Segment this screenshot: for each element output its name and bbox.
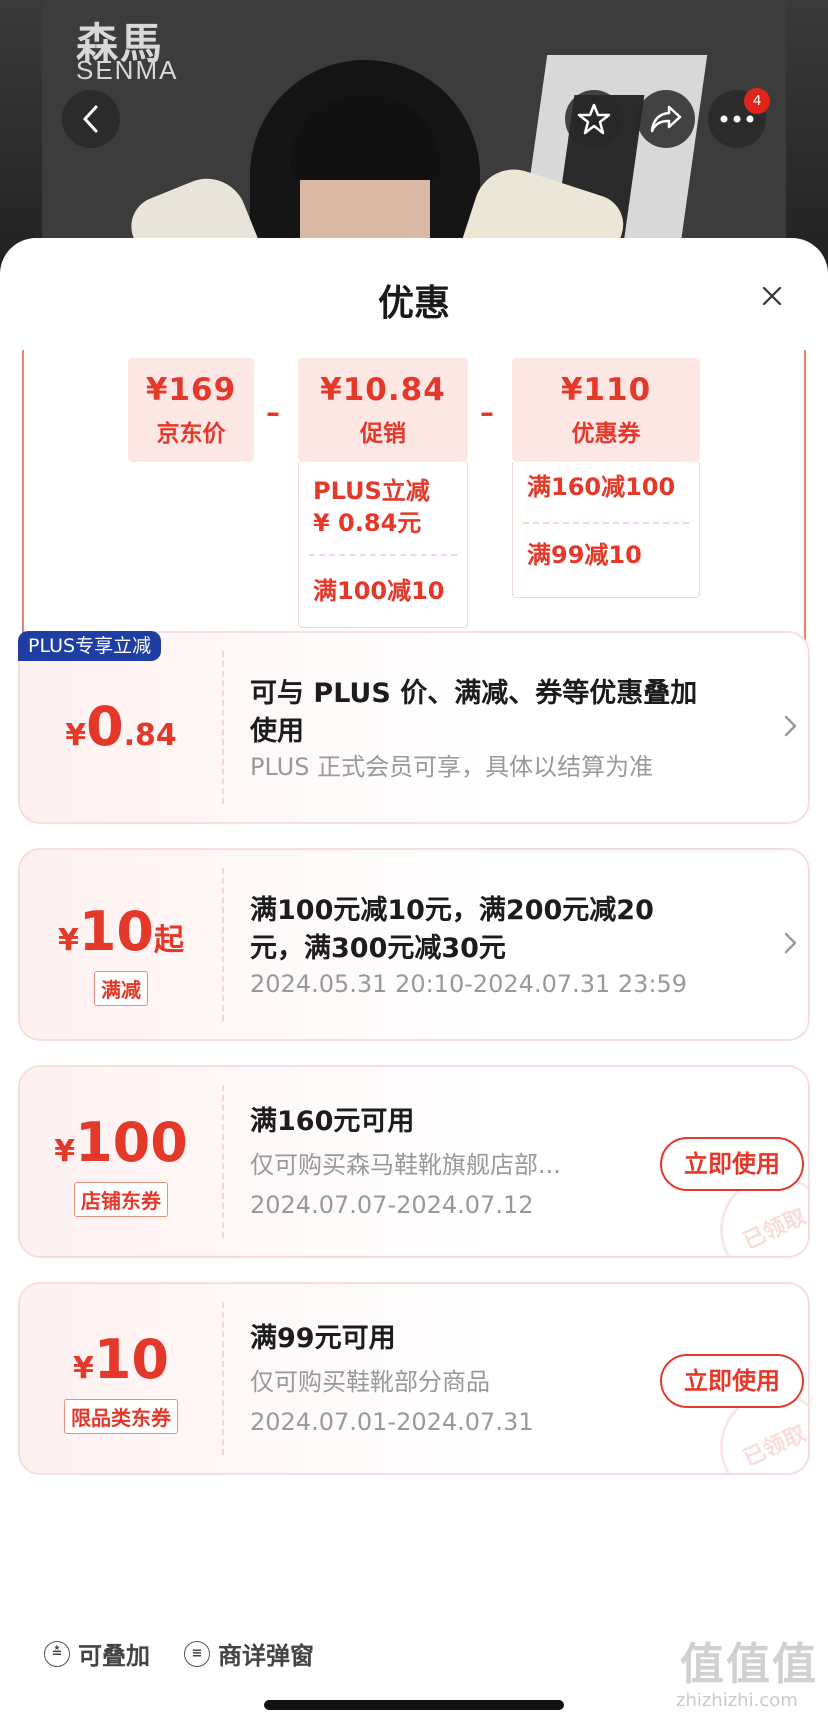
legend-stackable: ≛ 可叠加 (44, 1636, 150, 1671)
card-subtitle: 仅可购买鞋靴部分商品 (250, 1368, 490, 1396)
divider (523, 522, 689, 524)
card-amount-area: ¥10起 满减 (20, 850, 222, 1039)
card-amount: ¥10起 (20, 900, 222, 963)
jd-price-block: ¥169 京东价 (128, 358, 254, 462)
chevron-right-icon (784, 932, 797, 954)
card-amount-area: ¥100 店铺东券 (20, 1067, 222, 1256)
coupon-details: 满160减100 满99减10 (512, 462, 700, 598)
card-validity: 2024.07.07-2024.07.12 (250, 1191, 534, 1219)
star-icon (577, 103, 611, 135)
card-divider (222, 1302, 224, 1455)
watermark-url: zhizhizhi.com (676, 1690, 798, 1711)
minus-sign: – (480, 396, 494, 429)
card-divider (222, 1085, 224, 1238)
favorite-button[interactable] (565, 90, 623, 148)
use-now-button[interactable]: 立即使用 (660, 1354, 804, 1408)
amount-decimal: .84 (123, 718, 177, 753)
plus-exclusive-badge: PLUS专享立减 (18, 631, 162, 661)
card-validity: 2024.07.01-2024.07.31 (250, 1408, 534, 1436)
card-type-tag: 满减 (94, 971, 148, 1006)
popup-icon: ≡ (184, 1640, 210, 1667)
promotion-detail-item: PLUS立减 (313, 477, 430, 505)
card-amount-area: ¥10 限品类东券 (20, 1284, 222, 1473)
notification-badge: 4 (744, 88, 770, 114)
amount-value: 10 (93, 1328, 170, 1391)
promotion-block: ¥10.84 促销 (298, 358, 468, 462)
card-title: 满100元减10元，满200元减20 元，满300元减30元 (250, 892, 654, 968)
currency-symbol: ¥ (65, 718, 87, 753)
amount-value: 100 (75, 1111, 188, 1174)
card-type-tag: 店铺东券 (74, 1182, 168, 1217)
card-amount-area: ¥0.84 (20, 633, 222, 822)
card-amount: ¥10 (20, 1328, 222, 1391)
stack-icon: ≛ (44, 1640, 70, 1667)
card-subtitle: 仅可购买森马鞋靴旗舰店部... (250, 1151, 561, 1179)
currency-symbol: ¥ (54, 1134, 76, 1169)
coupon-amount: ¥110 (560, 372, 652, 408)
legend-label: 商详弹窗 (218, 1642, 314, 1670)
card-title: 满99元可用 (250, 1323, 396, 1354)
card-divider (222, 651, 224, 804)
card-title-line: 满100元减10元，满200元减20 (250, 895, 654, 926)
minus-sign: – (266, 396, 280, 429)
card-title-line: 元，满300元减30元 (250, 933, 506, 964)
card-title: 可与 PLUS 价、满减、券等优惠叠加 使用 (250, 675, 697, 751)
card-subtitle: PLUS 正式会员可享，具体以结算为准 (250, 753, 654, 781)
chevron-right-icon (784, 715, 797, 737)
share-icon (650, 105, 682, 133)
promotion-amount: ¥10.84 (320, 372, 446, 408)
close-button[interactable] (754, 278, 790, 314)
promotion-label: 促销 (360, 421, 406, 447)
legend-detail-popup: ≡ 商详弹窗 (184, 1636, 314, 1671)
jd-price-amount: ¥169 (145, 372, 237, 408)
card-amount: ¥0.84 (20, 695, 222, 758)
amount-value: 0 (86, 695, 124, 758)
coupon-detail-item: 满99减10 (527, 541, 642, 569)
close-icon (762, 286, 782, 306)
share-button[interactable] (637, 90, 695, 148)
category-coupon-card: ¥10 限品类东券 满99元可用 仅可购买鞋靴部分商品 2024.07.01-2… (18, 1282, 810, 1475)
chevron-left-icon (83, 105, 98, 133)
more-dots-icon (720, 115, 754, 123)
coupon-label: 优惠券 (571, 421, 641, 447)
amount-suffix: 起 (154, 923, 185, 958)
sheet-title: 优惠 (377, 283, 450, 324)
card-validity: 2024.05.31 20:10-2024.07.31 23:59 (250, 970, 688, 998)
watermark-logo: 值值值 (680, 1639, 818, 1690)
divider (309, 554, 457, 556)
promotion-sheet: 优惠 ¥169 京东价 – ¥10.84 促销 – ¥110 优惠券 PLUS立… (0, 238, 828, 1727)
card-title-line: 可与 PLUS 价、满减、券等优惠叠加 (250, 678, 698, 709)
card-divider (222, 868, 224, 1021)
promotion-detail-item: 满100减10 (313, 577, 445, 605)
home-indicator (264, 1700, 564, 1710)
currency-symbol: ¥ (57, 923, 79, 958)
currency-symbol: ¥ (72, 1351, 94, 1386)
back-button[interactable] (62, 90, 120, 148)
coupon-detail-item: 满160减100 (527, 473, 676, 501)
store-coupon-card: ¥100 店铺东券 满160元可用 仅可购买森马鞋靴旗舰店部... 2024.0… (18, 1065, 810, 1258)
coupon-block: ¥110 优惠券 (512, 358, 700, 462)
card-title: 满160元可用 (250, 1106, 415, 1137)
jd-price-label: 京东价 (156, 421, 226, 447)
use-now-button[interactable]: 立即使用 (660, 1137, 804, 1191)
card-amount: ¥100 (20, 1111, 222, 1174)
full-reduction-card[interactable]: ¥10起 满减 满100元减10元，满200元减20 元，满300元减30元 2… (18, 848, 810, 1041)
card-title-line: 使用 (250, 716, 304, 747)
promotion-detail-item: ¥ 0.84元 (313, 509, 422, 537)
legend-label: 可叠加 (78, 1642, 150, 1670)
promotion-details: PLUS立减 ¥ 0.84元 满100减10 (298, 462, 468, 628)
amount-value: 10 (78, 900, 155, 963)
brand-logo-en: SENMA (76, 55, 179, 85)
card-type-tag: 限品类东券 (64, 1399, 178, 1434)
